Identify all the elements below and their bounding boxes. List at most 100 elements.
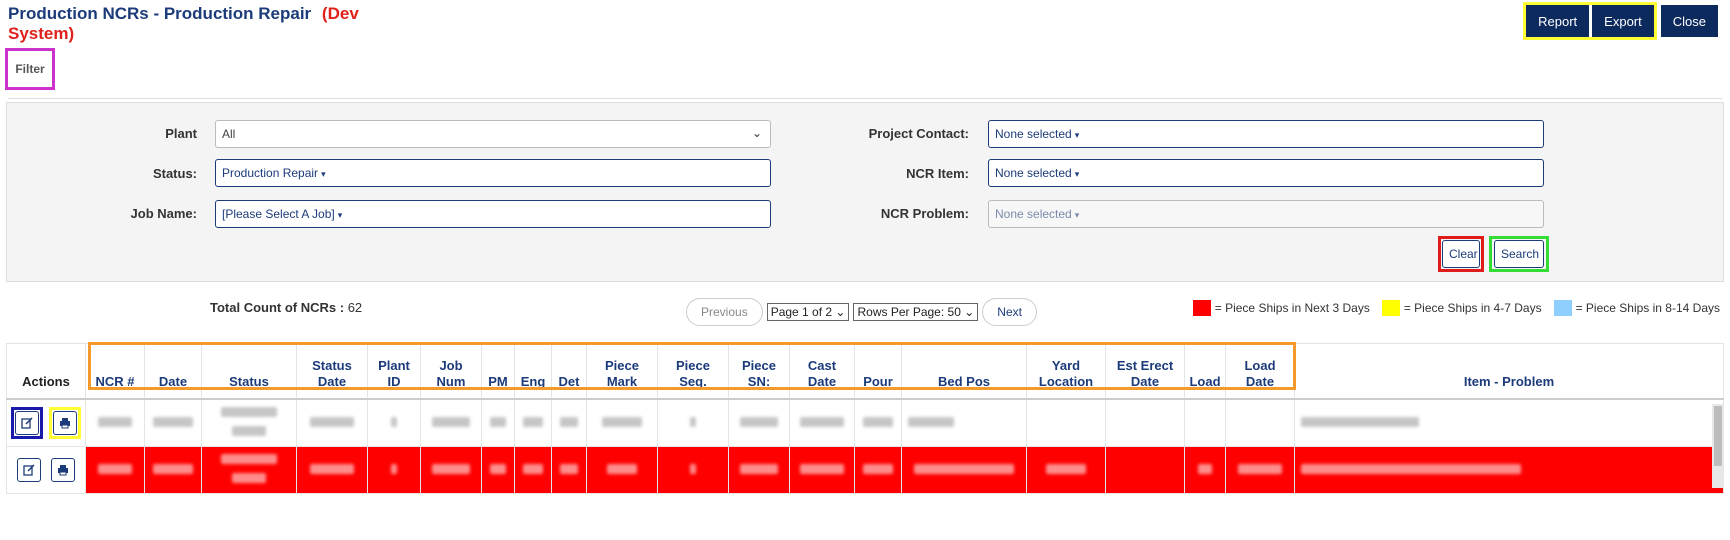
rows-per-page-select[interactable]: Rows Per Page: 50 ⌄ [853,303,979,321]
legend-swatch-red [1192,300,1211,316]
search-button[interactable]: Search [1494,240,1544,268]
print-icon[interactable] [52,411,77,435]
col-item-problem[interactable]: Item - Problem [1294,343,1724,400]
cell-redacted [201,398,297,447]
cell-empty [1105,398,1185,447]
filter-panel: Plant All ⌄ Status: Production Repair ▾ J… [6,102,1724,282]
table-row[interactable] [6,446,1724,494]
total-count-label: Total Count of NCRs : [210,300,345,315]
cell-redacted [586,446,658,494]
divider [8,98,1722,99]
col-det[interactable]: Det [551,343,587,400]
project-contact-multiselect[interactable]: None selected ▾ [988,120,1544,148]
table-header-row: Actions NCR # Date Status Status Date Pl… [6,343,1724,400]
close-button[interactable]: Close [1660,5,1718,37]
cell-redacted [1294,446,1724,494]
export-button[interactable]: Export [1592,5,1654,37]
edit-icon[interactable] [15,411,40,435]
ncr-item-multiselect[interactable]: None selected ▾ [988,159,1544,187]
cell-empty [1026,398,1106,447]
col-status-date[interactable]: Status Date [296,343,368,400]
page-title: Production NCRs - Production Repair (Dev… [8,4,359,44]
col-load[interactable]: Load [1184,343,1226,400]
chevron-down-icon: ⌄ [835,305,846,319]
project-contact-multiselect-value: None selected [995,127,1072,141]
col-eng[interactable]: Eng [514,343,552,400]
caret-down-icon: ▾ [1074,210,1080,220]
status-multiselect[interactable]: Production Repair ▾ [215,159,771,187]
plant-select-value: All [222,127,236,141]
cell-redacted [728,446,790,494]
print-icon[interactable] [50,458,75,482]
ncr-problem-multiselect[interactable]: None selected ▾ [988,200,1544,228]
cell-redacted [420,446,482,494]
col-actions[interactable]: Actions [6,343,86,400]
table-row[interactable] [6,398,1724,447]
edit-icon[interactable] [17,458,42,482]
cell-redacted [657,446,729,494]
page-title-text: Production NCRs - Production Repair [8,4,312,23]
status-label: Status: [152,166,197,181]
pagination: Previous Page 1 of 2 ⌄ Rows Per Page: 50… [686,298,1037,326]
col-bed-pos[interactable]: Bed Pos [901,343,1027,400]
cell-redacted [481,446,515,494]
col-pour[interactable]: Pour [854,343,902,400]
plant-label: Plant [165,126,197,141]
cell-empty [1105,446,1185,494]
chevron-down-icon: ⌄ [751,126,762,140]
cell-redacted [481,398,515,447]
col-piece-sn[interactable]: Piece SN: [728,343,790,400]
col-plant-id[interactable]: Plant ID [367,343,421,400]
col-yard-location[interactable]: Yard Location [1026,343,1106,400]
job-name-multiselect[interactable]: [Please Select A Job] ▾ [215,200,771,228]
cell-redacted [85,446,145,494]
col-ncr-number[interactable]: NCR # [85,343,145,400]
report-button[interactable]: Report [1526,5,1590,37]
legend-swatch-blue [1553,300,1572,316]
ncr-problem-label: NCR Problem: [880,206,969,221]
next-button[interactable]: Next [982,298,1037,326]
status-multiselect-value: Production Repair [222,166,319,180]
table-scrollbar[interactable] [1712,404,1724,488]
cell-redacted [854,446,902,494]
tab-filter[interactable]: Filter [5,48,55,90]
ncr-item-label: NCR Item: [906,166,969,181]
col-est-erect-date[interactable]: Est Erect Date [1105,343,1185,400]
cell-redacted [901,398,1027,447]
cell-redacted [1026,446,1106,494]
row-actions [6,398,86,447]
cell-redacted [85,398,145,447]
legend-text-yellow: = Piece Ships in 4-7 Days [1403,301,1542,315]
col-status[interactable]: Status [201,343,297,400]
chevron-down-icon: ⌄ [964,305,975,319]
caret-down-icon: ▾ [337,210,343,220]
cell-redacted [296,446,368,494]
cell-redacted [586,398,658,447]
plant-select[interactable]: All ⌄ [215,120,771,148]
col-pm[interactable]: PM [481,343,515,400]
col-job-num[interactable]: Job Num [420,343,482,400]
total-count-value: 62 [347,300,363,315]
ncr-table: Actions NCR # Date Status Status Date Pl… [6,343,1724,494]
clear-button[interactable]: Clear [1442,240,1480,268]
cell-empty [1184,398,1226,447]
cell-redacted [854,398,902,447]
project-contact-label: Project Contact: [868,126,969,141]
col-cast-date[interactable]: Cast Date [789,343,855,400]
row-actions [6,446,86,494]
cell-redacted [728,398,790,447]
previous-button[interactable]: Previous [686,298,763,326]
cell-redacted [657,398,729,447]
col-piece-seq[interactable]: Piece Seq. [657,343,729,400]
col-date[interactable]: Date [144,343,202,400]
scrollbar-thumb[interactable] [1714,406,1722,466]
cell-redacted [144,446,202,494]
cell-redacted [1294,398,1724,447]
col-piece-mark[interactable]: Piece Mark [586,343,658,400]
page-select[interactable]: Page 1 of 2 ⌄ [766,303,850,321]
top-toolbar: Report Export Close [1523,2,1718,40]
cell-redacted [1184,446,1226,494]
cell-redacted [144,398,202,447]
col-load-date[interactable]: Load Date [1225,343,1295,400]
cell-redacted [514,398,552,447]
